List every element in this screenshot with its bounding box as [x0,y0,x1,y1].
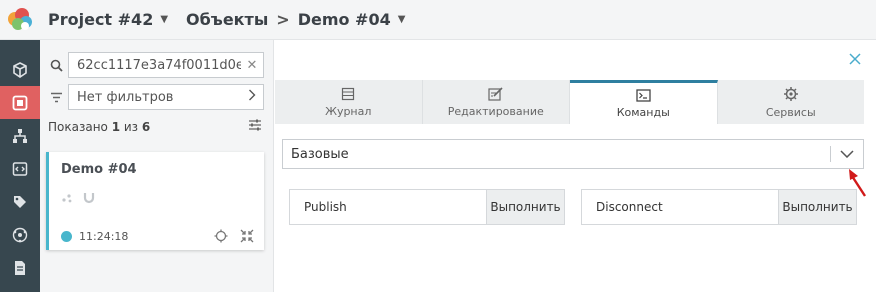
tab-journal-label: Журнал [325,104,372,118]
nav-item-hierarchy[interactable] [0,119,40,152]
nav-item-tags[interactable] [0,185,40,218]
online-status-dot [61,230,72,242]
object-selector[interactable]: Demo #04 [298,10,391,29]
left-nav [0,40,40,292]
tab-journal[interactable]: Журнал [275,80,423,124]
journal-icon [342,87,355,100]
command-name: Disconnect [596,200,663,214]
nav-item-objects[interactable] [0,86,40,119]
tab-services[interactable]: Сервисы [717,80,864,124]
command-name: Publish [304,200,347,214]
tag-icon [14,195,26,208]
clear-icon[interactable]: ✕ [241,58,263,73]
filter-field[interactable]: Нет фильтров [68,84,264,110]
close-icon[interactable] [848,52,862,66]
caret-down-icon[interactable]: ▼ [160,14,168,25]
caret-down-icon[interactable]: ▼ [398,14,406,25]
hierarchy-icon [13,128,27,143]
run-disconnect-button[interactable]: Выполнить [778,190,856,224]
sliders-icon[interactable] [248,119,262,134]
command-row-publish: Publish Выполнить [289,189,565,225]
tab-commands-label: Команды [616,105,670,119]
locate-icon[interactable] [214,229,228,243]
code-icon [12,161,28,176]
card-footer: 11:24:18 [61,229,254,243]
edit-icon [488,86,503,101]
nav-item-cube[interactable] [0,53,40,86]
main-content: Журнал Редактирование Команды Сервисы Ба… [275,40,876,292]
tab-edit-label: Редактирование [447,104,544,118]
device-icon [12,95,28,110]
terminal-icon [636,88,651,102]
command-group-value: Базовые [291,146,349,162]
cube-icon [13,61,27,78]
tab-services-label: Сервисы [765,105,816,119]
tab-commands[interactable]: Команды [570,80,718,124]
last-seen-time: 11:24:18 [79,229,129,243]
filter-icon [48,89,64,105]
breadcrumb-section[interactable]: Объекты [186,10,268,29]
breadcrumb: Project #42 ▼ Объекты > Demo #04 ▼ [48,10,405,29]
magnet-icon [83,193,95,204]
project-selector[interactable]: Project #42 [48,10,153,29]
nav-item-code[interactable] [0,152,40,185]
search-icon [48,57,64,73]
search-input[interactable]: 62cc1117e3a74f0011d0ea9 ✕ [68,52,264,78]
object-card-title: Demo #04 [61,162,137,177]
drops-icon [62,194,72,203]
command-group-select[interactable]: Базовые [282,139,864,169]
app-logo[interactable] [0,0,40,40]
command-row-disconnect: Disconnect Выполнить [581,189,857,225]
filter-field-value: Нет фильтров [77,89,174,105]
tab-bar: Журнал Редактирование Команды Сервисы [275,80,864,124]
objects-panel: 62cc1117e3a74f0011d0ea9 ✕ Нет фильтров П… [40,40,274,292]
run-publish-button[interactable]: Выполнить [486,190,564,224]
network-icon [12,227,28,242]
search-input-value: 62cc1117e3a74f0011d0ea9 [77,57,241,73]
chevron-right-icon [241,89,263,105]
top-bar: Project #42 ▼ Объекты > Demo #04 ▼ [0,0,876,40]
chevron-down-icon[interactable] [831,150,863,158]
object-card[interactable]: Demo #04 11:24:18 [46,152,264,250]
card-icons [61,192,95,204]
document-icon [15,260,25,275]
nav-item-documents[interactable] [0,251,40,284]
gear-icon [783,86,798,101]
chevron-right-icon: > [276,10,290,29]
collapse-icon[interactable] [240,229,254,243]
nav-item-network[interactable] [0,218,40,251]
shown-count: Показано 1 из 6 [48,120,151,134]
tab-edit[interactable]: Редактирование [422,80,570,124]
